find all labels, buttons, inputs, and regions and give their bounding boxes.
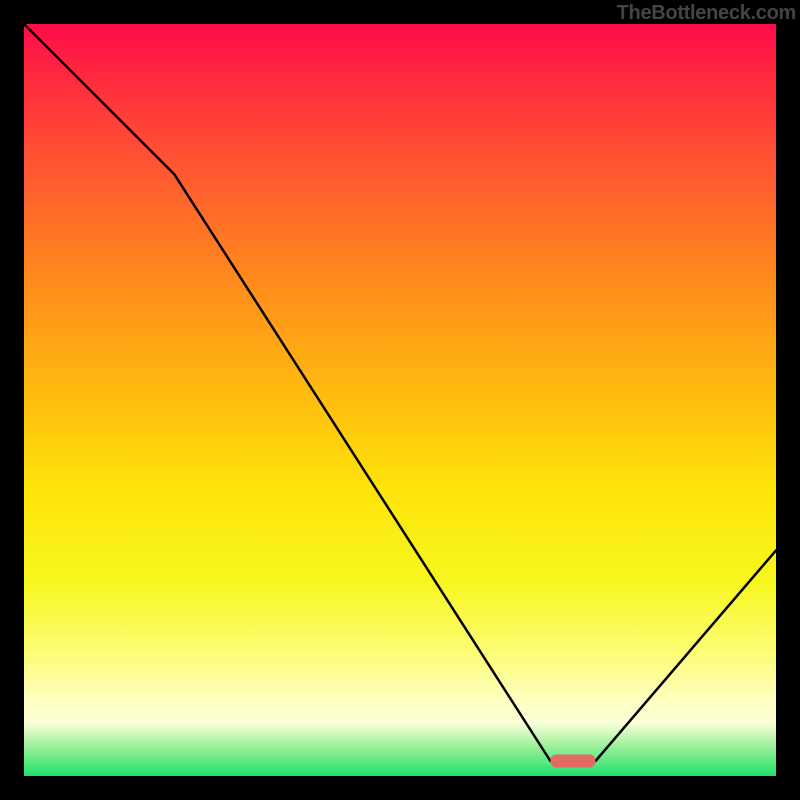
chart-frame: TheBottleneck.com — [0, 0, 800, 800]
bottleneck-curve — [24, 24, 776, 761]
chart-overlay — [24, 24, 776, 776]
watermark-text: TheBottleneck.com — [617, 2, 796, 25]
optimal-marker — [550, 755, 595, 768]
plot-area — [24, 24, 776, 776]
